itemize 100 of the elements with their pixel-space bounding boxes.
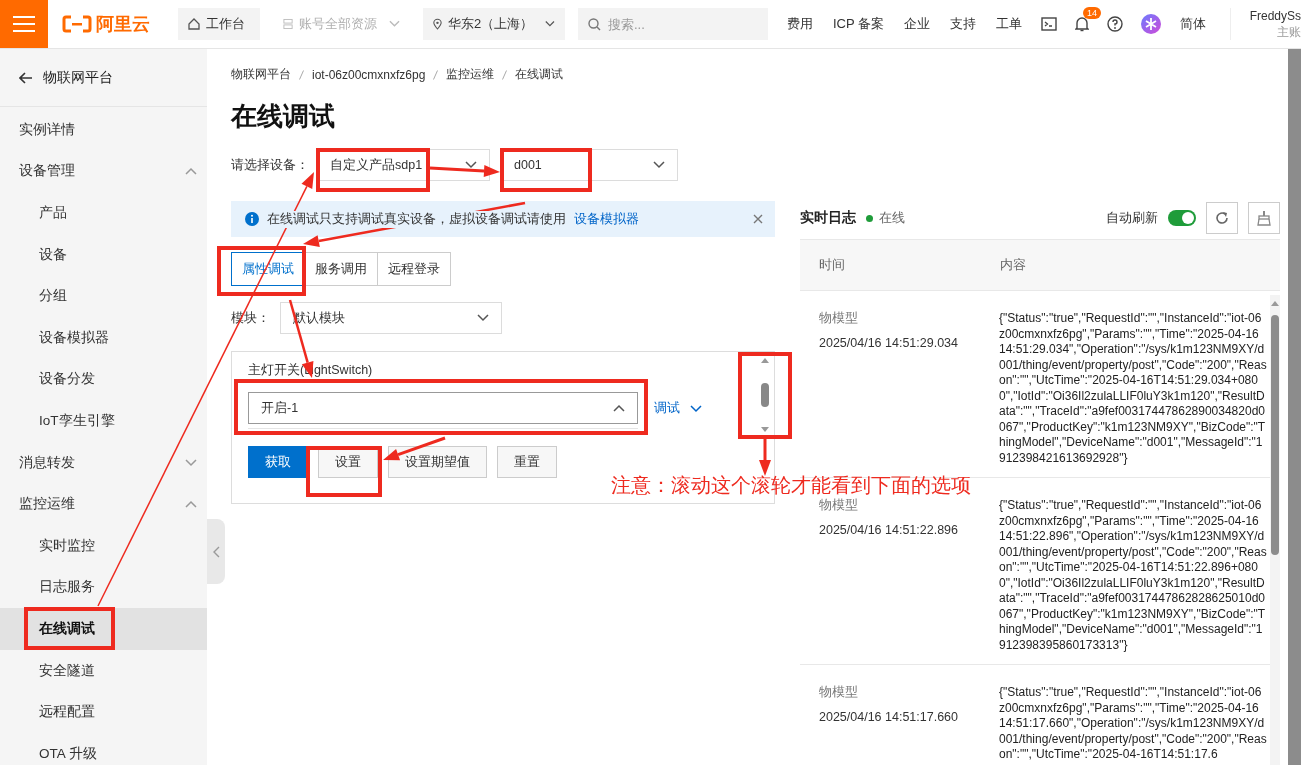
breadcrumb-link[interactable]: 物联网平台 <box>231 66 291 83</box>
sidebar-item[interactable]: 分组 <box>0 275 207 317</box>
chevron-down-icon <box>653 161 665 169</box>
sidebar-item[interactable]: 设备管理 <box>0 150 207 193</box>
log-title: 实时日志 <box>800 209 856 227</box>
language-link[interactable]: 简体 <box>1180 15 1206 33</box>
auto-refresh-toggle[interactable] <box>1168 210 1196 226</box>
column-header: 时间 <box>818 256 846 274</box>
user-name[interactable]: FreddySs <box>1249 8 1301 24</box>
sidebar-item[interactable]: 实时监控 <box>0 524 207 567</box>
scroll-up-icon[interactable] <box>761 358 769 363</box>
sidebar-item[interactable]: IoT孪生引擎 <box>0 400 207 442</box>
sidebar-item[interactable]: 产品 <box>0 192 207 234</box>
sidebar-item[interactable]: 设备 <box>0 233 207 276</box>
sidebar-item[interactable]: 设备模拟器 <box>0 316 207 359</box>
property-value-select[interactable]: 开启-1 <box>248 392 638 424</box>
chevron-up-icon <box>185 500 197 509</box>
separator-icon <box>299 69 304 80</box>
action-button[interactable]: 获取 <box>248 446 308 478</box>
annotation-arrow <box>429 165 500 178</box>
breadcrumb-link[interactable]: 在线调试 <box>515 66 564 83</box>
account-role: 主账 <box>1277 24 1301 40</box>
nav-link[interactable]: ICP 备案 <box>832 15 884 33</box>
nav-link[interactable]: 支持 <box>950 15 976 33</box>
annotation-note: 注意：滚动这个滚轮才能看到下面的选项 <box>611 474 971 496</box>
log-content: {"Status":"true","RequestId":"","InstanceId":"iot-06z00cmxnxfz6pg","Params":"","Time":"2025-04-16 14:51:17.660","Operation":"/sys/k1m123NM9XY/d001/thing/event/property/post","Code":"200","Reason":"","UtcTime":"2025-04-16T14:51:17.6 <box>999 685 1267 763</box>
search-field[interactable]: 搜索... <box>578 8 768 40</box>
status-text: 在线 <box>879 209 905 227</box>
alert-text: 在线调试只支持调试真实设备，虚拟设备调试请使用 <box>267 210 566 228</box>
broom-icon <box>1256 210 1272 226</box>
simulator-link[interactable]: 设备模拟器 <box>574 210 639 228</box>
device-label: 请选择设备： <box>231 156 309 174</box>
nav-link[interactable]: 工单 <box>996 15 1022 33</box>
chevron-down-icon <box>389 20 400 28</box>
region-selector[interactable]: 华东2（上海） <box>423 8 565 40</box>
scroll-thumb[interactable] <box>761 383 769 407</box>
log-time: 2025/04/16 14:51:29.034 <box>819 336 960 350</box>
clear-button[interactable] <box>1248 202 1280 234</box>
chevron-down-icon <box>545 20 555 28</box>
avatar-icon[interactable] <box>1141 14 1161 34</box>
sidebar-item[interactable]: 实例详情 <box>0 109 207 151</box>
auto-refresh-label: 自动刷新 <box>1106 209 1158 227</box>
log-scrollbar[interactable] <box>1270 295 1280 765</box>
page-title: 在线调试 <box>231 100 336 133</box>
log-content: {"Status":"true","RequestId":"","InstanceId":"iot-06z00cmxnxfz6pg","Params":"","Time":"2025-04-16 14:51:22.896","Operation":"/sys/k1m123NM9XY/d001/thing/event/property/post","Code":"200","Reason":"","UtcTime":"2025-04-16T14:51:22.896+0800","IotId":"Oi36Il2zulaLLIF0luY3k1m120","ResultData":"","TraceId":"a9fef00317447862828625010d0067","ProductKey":"k1m123NM9XY","BizCode":"ThingModel","DeviceName":"d001","MessageId":"1912398395860173313"} <box>999 498 1267 654</box>
mode-link[interactable]: 调试 <box>654 400 702 417</box>
sidebar-item[interactable]: 设备分发 <box>0 358 207 401</box>
chevron-up-icon <box>613 404 625 412</box>
chevron-up-icon <box>185 167 197 176</box>
column-header: 内容 <box>1000 256 1026 274</box>
chevron-left-icon <box>212 545 220 558</box>
breadcrumb-link[interactable]: iot-06z00cmxnxfz6pg <box>312 67 426 82</box>
help-icon[interactable] <box>1107 16 1123 32</box>
separator-icon <box>502 69 508 80</box>
action-button[interactable]: 重置 <box>497 446 557 478</box>
logo-text: 阿里云 <box>96 13 150 36</box>
terminal-icon[interactable] <box>1041 17 1057 31</box>
menu-button[interactable] <box>0 0 48 48</box>
action-button[interactable]: 设置期望值 <box>388 446 487 478</box>
refresh-icon <box>1214 210 1230 226</box>
notification-badge: 14 <box>1083 7 1101 19</box>
breadcrumb-link[interactable]: 监控运维 <box>446 66 495 83</box>
nav-link[interactable]: 企业 <box>904 15 930 33</box>
log-content: {"Status":"true","RequestId":"","InstanceId":"iot-06z00cmxnxfz6pg","Params":"","Time":"2025-04-16 14:51:29.034","Operation":"/sys/k1m123NM9XY/d001/thing/event/property/post","Code":"200","Reason":"","UtcTime":"2025-04-16T14:51:29.034+0800","IotId":"Oi36Il2zulaLLIF0luY3k1m120","ResultData":"","TraceId":"a9fef00317447862890034820d0067","ProductKey":"k1m123NM9XY","BizCode":"ThingModel","DeviceName":"d001","MessageId":"1912398421613692928"} <box>999 311 1267 467</box>
chevron-down-icon <box>690 404 702 413</box>
workbench-button[interactable]: 工作台 <box>178 8 260 40</box>
log-type: 物模型 <box>819 311 859 326</box>
tab[interactable]: 服务调用 <box>304 252 378 286</box>
sidebar-item[interactable]: 消息转发 <box>0 441 207 484</box>
log-time: 2025/04/16 14:51:22.896 <box>819 523 960 537</box>
chevron-down-icon <box>465 161 477 169</box>
location-pin-icon <box>433 17 442 31</box>
log-type: 物模型 <box>819 498 859 513</box>
tab[interactable]: 远程登录 <box>377 252 451 286</box>
chevron-down-icon <box>477 314 489 322</box>
back-arrow-icon <box>19 71 33 84</box>
nav-link[interactable]: 费用 <box>786 15 813 33</box>
back-link[interactable]: 物联网平台 <box>0 49 207 107</box>
sidebar-item[interactable]: 远程配置 <box>0 691 207 733</box>
annotation-arrow <box>759 438 771 476</box>
sidebar-item[interactable]: 监控运维 <box>0 483 207 525</box>
device-select[interactable]: d001 <box>501 149 678 181</box>
sidebar-item[interactable]: 安全隧道 <box>0 649 207 692</box>
page-scrollbar[interactable] <box>1288 49 1301 765</box>
sidebar-item[interactable]: 日志服务 <box>0 566 207 609</box>
bell-icon[interactable] <box>1075 16 1089 32</box>
scroll-down-icon[interactable] <box>761 427 769 432</box>
sidebar-item[interactable]: OTA 升级 <box>0 732 207 765</box>
log-time: 2025/04/16 14:51:17.660 <box>819 710 960 724</box>
logo-icon <box>62 15 92 33</box>
search-icon <box>588 18 601 31</box>
collapse-handle[interactable] <box>207 519 225 584</box>
refresh-button[interactable] <box>1206 202 1238 234</box>
chevron-down-icon <box>185 458 197 467</box>
info-icon <box>245 212 259 226</box>
log-type: 物模型 <box>819 685 859 700</box>
close-icon[interactable] <box>753 214 763 224</box>
separator-icon <box>433 69 439 80</box>
server-icon <box>283 18 294 30</box>
menu-icon <box>13 16 35 32</box>
